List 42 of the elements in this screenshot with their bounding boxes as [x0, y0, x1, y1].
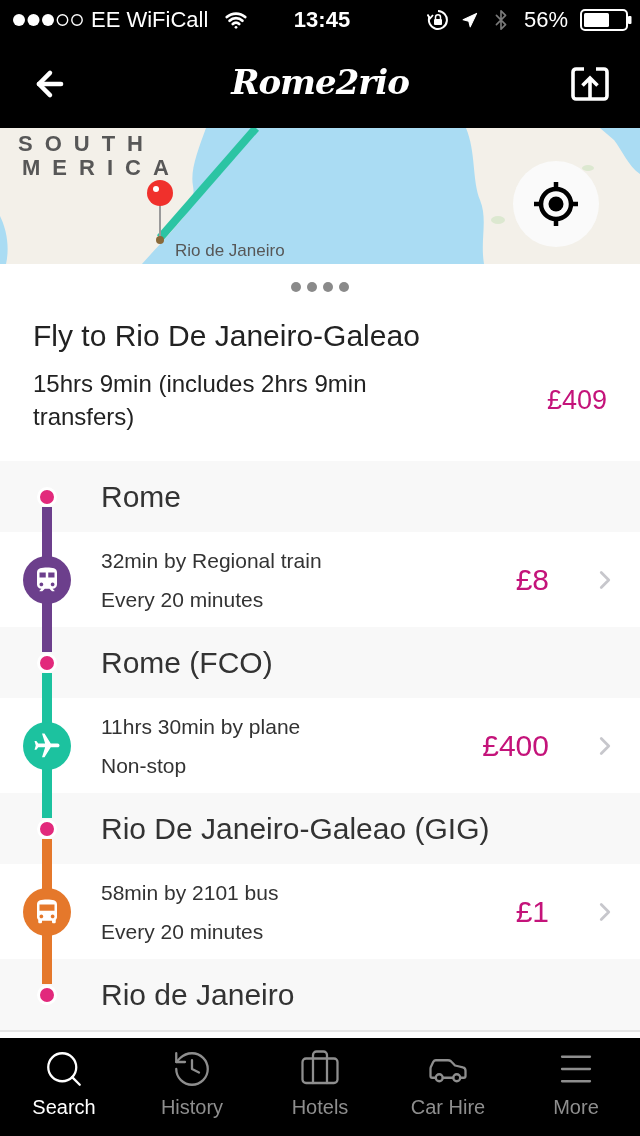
tab[interactable]: History: [128, 1038, 256, 1136]
app-logo: Rome2rio: [231, 65, 409, 99]
route-title: Fly to Rio De Janeiro-Galeao: [33, 318, 421, 354]
pin-icon: [147, 180, 173, 244]
locate-icon: [531, 179, 581, 229]
stop-marker-icon: [37, 984, 57, 1005]
segment-price: £400: [482, 728, 549, 763]
share-button[interactable]: [569, 64, 611, 104]
tab[interactable]: Car Hire: [384, 1038, 512, 1136]
segment-price: £1: [515, 894, 549, 929]
battery-percent: 56%: [523, 9, 568, 31]
drag-handle-icon[interactable]: [291, 282, 349, 292]
stop-name: Rio De Janeiro-Galeao (GIG): [100, 811, 491, 846]
segment-description: 58min by 2101 bus: [101, 879, 280, 906]
tab[interactable]: Search: [0, 1038, 128, 1136]
signal-icon: [12, 13, 84, 27]
stop-name: Rome: [100, 479, 183, 514]
stop-marker-icon: [37, 818, 57, 839]
route-price: £409: [546, 384, 607, 416]
wifi-icon: [225, 9, 248, 31]
segment-price: £8: [515, 562, 549, 597]
location-icon: [460, 11, 478, 29]
share-icon: [571, 66, 609, 102]
stop-marker-icon: [37, 652, 57, 673]
stop-name: Rio de Janeiro: [100, 977, 296, 1012]
rotation-lock-icon: [426, 9, 449, 31]
map-label: Rio de Janeiro: [175, 242, 285, 259]
segment-description: 32min by Regional train: [101, 547, 323, 574]
route-summary: 15hrs 9min (includes 2hrs 9min transfers): [33, 369, 368, 432]
segment-description: 11hrs 30min by plane: [101, 713, 302, 740]
stop-name: Rome (FCO): [100, 645, 274, 680]
stop-marker-icon: [37, 486, 57, 507]
segment-detail: Every 20 minutes: [101, 586, 265, 613]
tab[interactable]: More: [512, 1038, 640, 1136]
segment-detail: Non-stop: [101, 752, 188, 779]
map-label: SOUTH: [18, 133, 155, 155]
segment-detail: Every 20 minutes: [101, 918, 265, 945]
tab[interactable]: Hotels: [256, 1038, 384, 1136]
map-label: MERICA: [22, 157, 181, 179]
clock-time: 13:45: [293, 9, 351, 31]
battery-icon: [580, 9, 632, 31]
carrier-name: EE WiFiCall: [91, 9, 209, 31]
